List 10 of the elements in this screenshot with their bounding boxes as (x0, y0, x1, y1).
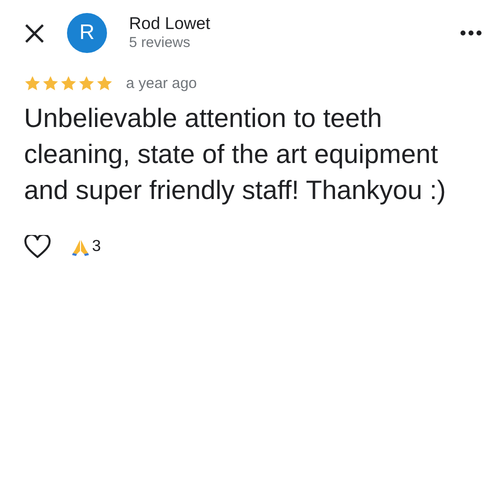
reaction-count: 3 (92, 238, 101, 256)
review-count: 5 reviews (129, 34, 192, 52)
reviewer-name[interactable]: Rod Lowet (129, 14, 460, 34)
avatar: R (67, 13, 107, 53)
praying-hands-icon (72, 238, 89, 256)
review-time: a year ago (126, 74, 197, 92)
review-text: Unbelievable attention to teeth cleaning, state of the art equipment and super friendly staff! Thankyou :) (24, 102, 447, 207)
more-options-icon[interactable] (460, 30, 482, 36)
heart-icon[interactable] (24, 235, 51, 259)
close-icon[interactable] (24, 22, 45, 44)
